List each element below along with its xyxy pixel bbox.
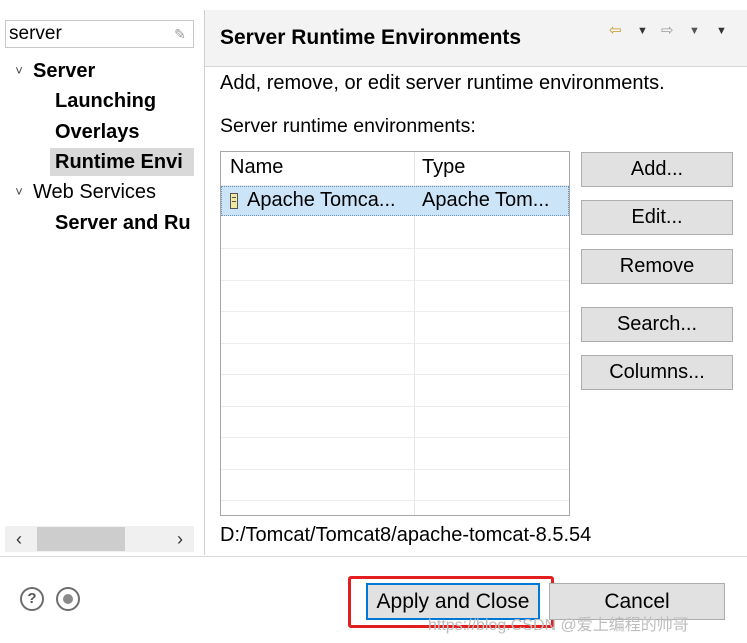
eraser-icon[interactable]: ✎ [173,26,187,42]
chevron-right-icon[interactable]: › [166,526,194,552]
tree-item-server-and-runtime[interactable]: Server and Ru [55,208,191,238]
row-divider [221,500,569,501]
tree-item-launching[interactable]: Launching [55,86,156,116]
environments-label: Server runtime environments: [220,115,476,137]
view-menu-icon[interactable]: ▼ [716,21,727,41]
search-button[interactable]: Search... [581,307,733,342]
table-cell-type: Apache Tom... [422,189,550,211]
page-description: Add, remove, or edit server runtime envi… [220,72,665,94]
watermark: https://blog.CSDN @爱上编程的帅哥 [428,617,689,634]
chevron-down-icon[interactable]: ˅ [12,177,26,207]
row-divider [221,469,569,470]
server-runtime-icon [230,193,238,209]
runtime-environments-table[interactable]: Name Type Apache Tomca... Apache Tom... [220,151,570,516]
panel-divider[interactable] [204,10,205,555]
tree-item-runtime-environments[interactable]: Runtime Envi [55,147,183,177]
table-cell-name: Apache Tomca... [247,189,396,211]
row-divider [221,343,569,344]
dropdown-icon[interactable]: ▼ [637,21,648,41]
scrollbar-thumb[interactable] [37,527,125,551]
footer-divider [0,556,747,557]
column-header-name[interactable]: Name [230,156,283,179]
column-header-type[interactable]: Type [422,156,465,179]
filter-input[interactable] [9,23,169,45]
row-divider [221,406,569,407]
chevron-left-icon[interactable]: ‹ [5,526,33,552]
tree-item-label: Web Services [33,181,157,203]
selected-runtime-path: D:/Tomcat/Tomcat8/apache-tomcat-8.5.54 [220,524,592,546]
preferences-icon[interactable] [56,587,80,611]
edit-button[interactable]: Edit... [581,200,733,235]
chevron-down-icon[interactable]: ˅ [12,56,26,86]
help-icon[interactable]: ? [20,587,44,611]
row-divider [221,248,569,249]
horizontal-scrollbar[interactable]: ‹ › [5,526,194,552]
row-divider [221,437,569,438]
tree-item-overlays[interactable]: Overlays [55,117,140,147]
row-divider [221,280,569,281]
dropdown-icon[interactable]: ▼ [689,21,700,41]
row-divider [221,374,569,375]
remove-button[interactable]: Remove [581,249,733,284]
page-title: Server Runtime Environments [220,26,522,49]
add-button[interactable]: Add... [581,152,733,187]
columns-button[interactable]: Columns... [581,355,733,390]
tree-item-label: Server [33,60,96,82]
back-arrow-icon[interactable]: ⇦ [609,21,622,41]
preference-tree: ˅ Server Launching Overlays Runtime Envi… [0,56,194,246]
filter-field[interactable]: ✎ [5,20,194,48]
forward-arrow-icon[interactable]: ⇨ [661,21,674,41]
row-divider [221,311,569,312]
